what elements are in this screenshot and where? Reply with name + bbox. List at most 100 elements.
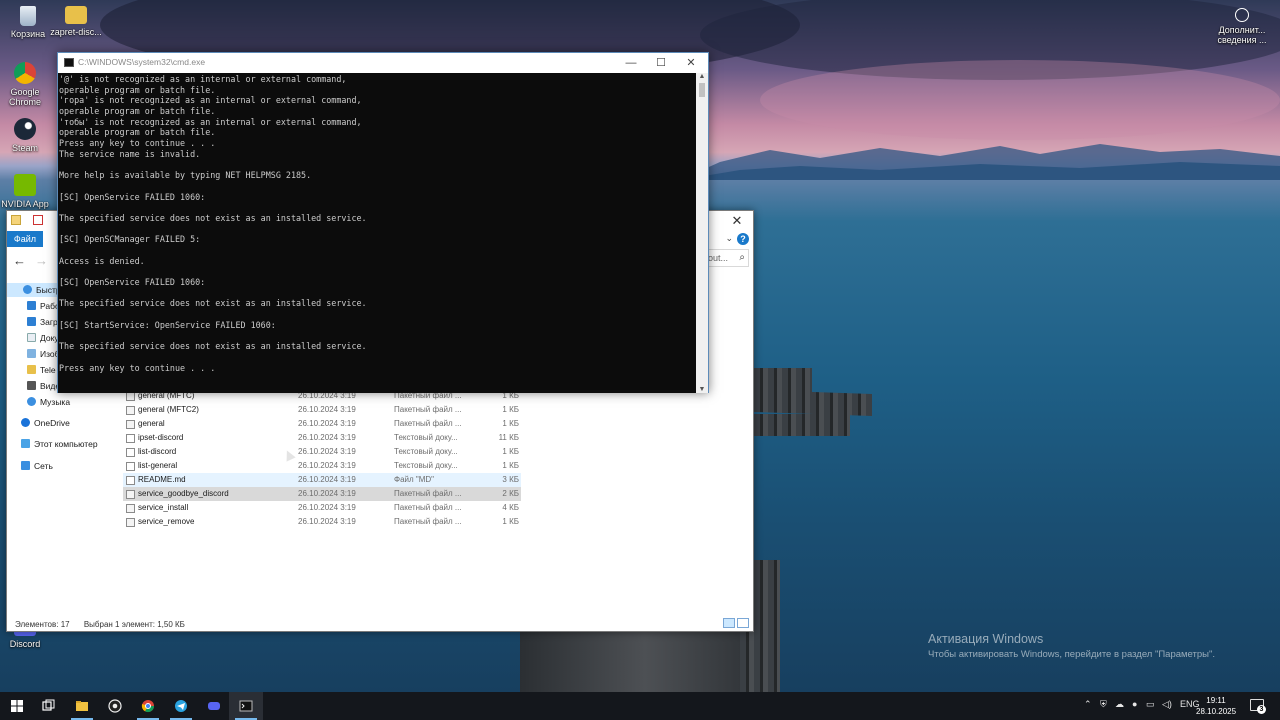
desktop-icon-label: Google Chrome	[8, 87, 41, 107]
telegram-icon	[175, 700, 187, 712]
security-icon[interactable]: ⛨	[1100, 699, 1107, 710]
maximize-button[interactable]: ☐	[646, 55, 676, 71]
clock-date: 28.10.2025	[1196, 707, 1237, 716]
file-row[interactable]: README.md 26.10.2024 3:19 Файл "MD" 3 КБ	[123, 473, 521, 487]
pier-plank	[754, 368, 812, 392]
help-icon[interactable]: ?	[737, 233, 749, 245]
nav-item-music[interactable]: Музыка	[27, 395, 70, 409]
ribbon-expand-icon[interactable]: ⌄	[725, 233, 733, 244]
file-row[interactable]: service_remove 26.10.2024 3:19 Пакетный фа…	[123, 515, 521, 529]
file-row[interactable]: list-general 26.10.2024 3:19 Текстовый док…	[123, 459, 521, 473]
desktop-icon-label: zapret-disc...	[50, 27, 102, 37]
desktop-folder-icon	[27, 301, 36, 310]
console-line: More help is available by typing NET HEL…	[59, 170, 312, 181]
scroll-down-icon[interactable]: ▼	[696, 386, 708, 393]
item-count: Элементов: 17	[15, 620, 70, 629]
desktop-icon-steam[interactable]: Steam	[0, 118, 53, 153]
scroll-up-icon[interactable]: ▲	[696, 73, 708, 80]
file-row[interactable]: general 26.10.2024 3:19 Пакетный файл ... 1…	[123, 417, 521, 431]
cmd-icon	[239, 700, 253, 712]
file-row[interactable]: service_goodbye_discord 26.10.2024 3:19 Па…	[123, 487, 521, 501]
file-row[interactable]: general (MFTC2) 26.10.2024 3:19 Пакетный ф…	[123, 403, 521, 417]
taskbar-obs[interactable]	[98, 692, 132, 720]
desktop-icon-label: Steam	[11, 143, 38, 153]
onedrive-cloud-icon[interactable]: ☁	[1115, 699, 1124, 710]
nav-item-desktop[interactable]: Рабо	[27, 299, 60, 313]
clock[interactable]: 19:11 28.10.2025	[1196, 695, 1236, 717]
file-row[interactable]: ipset-discord 26.10.2024 3:19 Текстовый до…	[123, 431, 521, 445]
ribbon-tab-file[interactable]: Файл	[7, 231, 43, 247]
notification-count-badge: 3	[1257, 705, 1266, 714]
network-icon[interactable]: ▭	[1146, 699, 1155, 710]
search-icon: ⌕	[739, 252, 745, 263]
discord-icon	[208, 702, 220, 710]
console-output[interactable]: '@' is not recognized as an internal or …	[58, 73, 697, 393]
desktop-icon-more-info[interactable]: Дополнит... сведения ...	[1214, 8, 1270, 45]
nvidia-icon	[14, 174, 36, 196]
back-button[interactable]: ←	[13, 253, 26, 268]
cmd-icon	[64, 58, 74, 67]
desktop-icon-zapret-folder[interactable]: zapret-disc...	[48, 6, 104, 37]
image-icon	[27, 349, 36, 358]
desktop-icon-chrome[interactable]: Google Chrome	[0, 62, 53, 107]
details-view-button[interactable]	[723, 618, 735, 628]
taskbar-chrome[interactable]	[131, 692, 165, 720]
batch-file-icon	[126, 504, 135, 513]
nav-item-telegram[interactable]: Tele	[27, 363, 56, 377]
search-box[interactable]: out... ⌕	[705, 249, 749, 267]
large-icons-view-button[interactable]	[737, 618, 749, 628]
volume-icon[interactable]: ◁)	[1162, 699, 1172, 710]
video-icon	[27, 381, 36, 390]
folder-icon	[65, 6, 87, 24]
nav-item-videos[interactable]: Виде	[27, 379, 60, 393]
file-row[interactable]: service_install 26.10.2024 3:19 Пакетный ф…	[123, 501, 521, 515]
cmd-window[interactable]: C:\WINDOWS\system32\cmd.exe — ☐ ✕ '@' is…	[57, 52, 709, 393]
scrollbar-thumb[interactable]	[699, 83, 705, 97]
console-line: 'гора' is not recognized as an internal …	[59, 95, 362, 106]
nav-item-documents[interactable]: Доку	[27, 331, 59, 345]
microphone-icon[interactable]: ●	[1132, 699, 1137, 709]
batch-file-icon	[126, 392, 135, 401]
batch-file-icon	[126, 490, 135, 499]
nav-item-network[interactable]: Сеть	[21, 459, 53, 473]
console-line: The service name is invalid.	[59, 148, 201, 159]
batch-file-icon	[126, 518, 135, 527]
taskbar-discord[interactable]	[197, 692, 231, 720]
chrome-icon	[14, 62, 36, 84]
close-button[interactable]: ✕	[676, 55, 706, 71]
nav-item-quick-access[interactable]: Быстр	[7, 283, 63, 297]
quick-access-folder-icon[interactable]	[11, 215, 21, 225]
taskbar-cmd[interactable]	[229, 692, 263, 720]
music-icon	[27, 397, 36, 406]
taskbar-telegram[interactable]	[164, 692, 198, 720]
minimize-button[interactable]: —	[616, 55, 646, 71]
quick-access-doc-icon[interactable]	[33, 215, 43, 225]
show-hidden-icons-icon[interactable]: ⌃	[1084, 699, 1092, 710]
nav-item-onedrive[interactable]: OneDrive	[21, 416, 70, 430]
taskbar-file-explorer[interactable]	[65, 692, 99, 720]
console-line: The specified service does not exist as …	[59, 298, 367, 309]
clock-time: 19:11	[1206, 696, 1226, 705]
desktop-icon-nvidia[interactable]: NVIDIA App	[0, 174, 53, 209]
star-icon	[23, 285, 32, 294]
task-view-button[interactable]	[31, 692, 65, 720]
desktop-icon-label: Дополнит... сведения ...	[1217, 25, 1267, 45]
start-button[interactable]	[0, 692, 34, 720]
console-line: Press any key to continue . . .	[59, 362, 216, 373]
desktop-icon-label: Discord	[9, 639, 41, 649]
nav-item-pictures[interactable]: Изоб	[27, 347, 60, 361]
nav-item-downloads[interactable]: Загр	[27, 315, 58, 329]
nav-item-this-pc[interactable]: Этот компьютер	[21, 437, 98, 451]
console-line: Press any key to continue . . .	[59, 138, 216, 149]
computer-icon	[21, 439, 30, 448]
console-line: The specified service does not exist as …	[59, 212, 367, 223]
cmd-title-bar[interactable]: C:\WINDOWS\system32\cmd.exe — ☐ ✕	[58, 53, 708, 73]
download-icon	[27, 317, 36, 326]
file-row[interactable]: list-discord 26.10.2024 3:19 Текстовый док…	[123, 445, 521, 459]
explorer-close-button[interactable]: ✕	[729, 213, 745, 229]
scrollbar[interactable]: ▲ ▼	[696, 73, 708, 393]
forward-button[interactable]: →	[35, 253, 48, 268]
